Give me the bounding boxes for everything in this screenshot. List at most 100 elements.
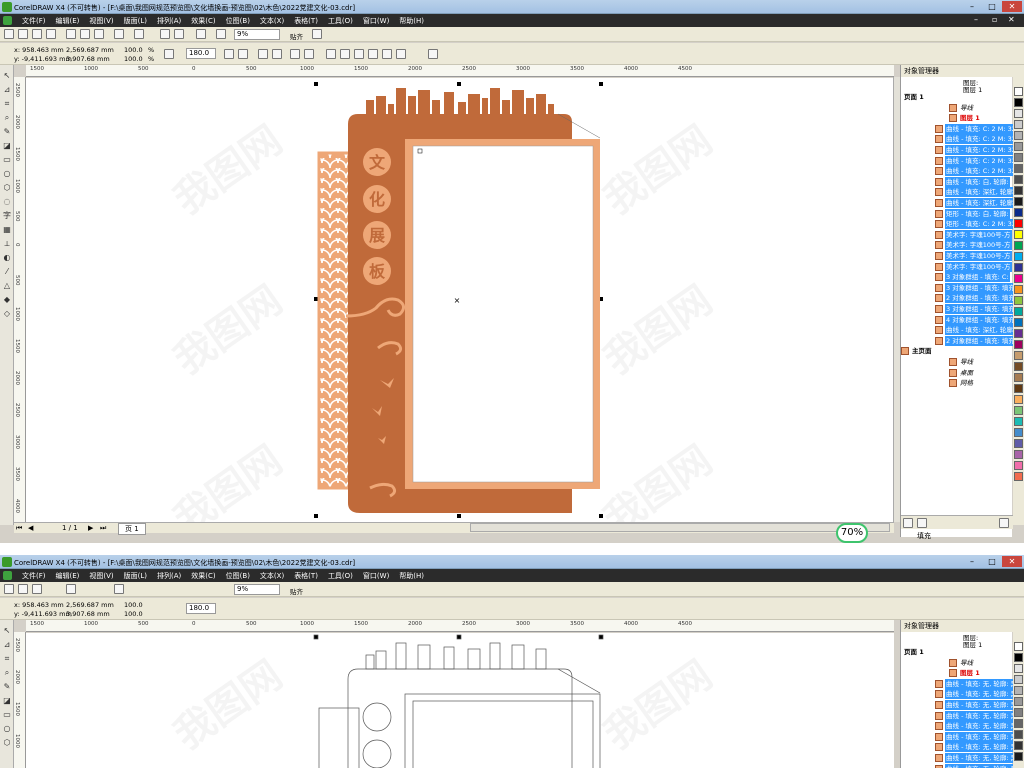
color-swatch[interactable] (1014, 208, 1023, 217)
color-swatch[interactable] (1014, 120, 1023, 129)
menu-item[interactable]: 窗口(W) (363, 16, 389, 26)
ungroup-icon[interactable] (272, 49, 282, 59)
lock-ratio-icon[interactable] (164, 49, 174, 59)
new-icon[interactable] (4, 584, 14, 594)
color-swatch[interactable] (1014, 417, 1023, 426)
x-position[interactable]: x: 958.463 mm (14, 601, 64, 609)
width-field[interactable]: 2,569.687 mm (66, 601, 114, 609)
object-tree-row[interactable]: 图层 1 (901, 668, 1013, 678)
color-swatch[interactable] (1014, 461, 1023, 470)
maximize-button[interactable]: □ (982, 1, 1002, 12)
pick-tool-icon[interactable]: ↖ (2, 71, 12, 81)
welcome-icon[interactable] (216, 29, 226, 39)
object-tree-row[interactable]: 曲线 - 填充: 深红, 轮廓: (901, 325, 1013, 336)
scale-x-field[interactable]: 100.0 (124, 46, 143, 54)
object-tree-row[interactable]: 页面 1 (901, 647, 1013, 657)
object-tree-row[interactable]: 3 对象群组 - 填充: C: (901, 272, 1013, 283)
color-swatch[interactable] (1014, 675, 1023, 684)
color-swatch[interactable] (1014, 230, 1023, 239)
color-swatch[interactable] (1014, 362, 1023, 371)
color-swatch[interactable] (1014, 197, 1023, 206)
object-tree-row[interactable]: 3 对象群组 - 填充: 填充 (901, 282, 1013, 293)
color-swatch[interactable] (1014, 186, 1023, 195)
drawing-canvas[interactable]: 我图网 我图网 我图网 我图网 我图网 我图网 (26, 78, 894, 523)
copy-icon[interactable] (80, 29, 90, 39)
object-tree-row[interactable]: 美术字: 字魂100号-方 (901, 261, 1013, 272)
color-swatch[interactable] (1014, 664, 1023, 673)
options-icon[interactable] (312, 29, 322, 39)
menu-item[interactable]: 工具(O) (328, 571, 353, 581)
y-position[interactable]: y: -9,411.693 mm (14, 610, 72, 618)
color-swatch[interactable] (1014, 653, 1023, 662)
color-swatch[interactable] (1014, 428, 1023, 437)
delete-icon[interactable] (999, 518, 1009, 528)
color-swatch[interactable] (1014, 472, 1023, 481)
color-swatch[interactable] (1014, 373, 1023, 382)
object-tree-row[interactable]: 曲线 - 填充: C: 2 M: 32 (901, 145, 1013, 155)
doc-close-button[interactable]: ✕ (1008, 15, 1015, 24)
shape-tool-icon[interactable]: ⊿ (2, 640, 12, 650)
menu-item[interactable]: 表格(T) (294, 16, 318, 26)
zoom-tool-icon[interactable]: ⌕ (2, 113, 12, 123)
align-icon[interactable] (396, 49, 406, 59)
doc-minimize-button[interactable]: – (974, 15, 978, 24)
object-tree-row[interactable]: 导线 (901, 357, 1013, 367)
crop-tool-icon[interactable]: ⌗ (2, 654, 12, 664)
rectangle-tool-icon[interactable]: ▭ (2, 710, 12, 720)
color-swatch[interactable] (1014, 384, 1023, 393)
table-tool-icon[interactable]: ▦ (2, 225, 12, 235)
scale-x-field[interactable]: 100.0 (124, 601, 143, 609)
object-tree-row[interactable]: 导线 (901, 103, 1013, 113)
back-minus-front-icon[interactable] (368, 49, 378, 59)
new-layer-icon[interactable] (903, 518, 913, 528)
object-tree-row[interactable]: 曲线 - 填充: 无, 轮廓: 黑 (901, 731, 1013, 742)
horizontal-scrollbar[interactable] (470, 523, 890, 532)
color-swatch[interactable] (1014, 741, 1023, 750)
front-minus-back-icon[interactable] (354, 49, 364, 59)
page-tab[interactable]: 页 1 (118, 523, 146, 535)
color-swatch[interactable] (1014, 307, 1023, 316)
new-icon[interactable] (4, 29, 14, 39)
color-swatch[interactable] (1014, 329, 1023, 338)
object-tree-row[interactable]: 导线 (901, 658, 1013, 668)
menu-item[interactable]: 效果(C) (191, 16, 215, 26)
object-tree-row[interactable]: 2 对象群组 - 填充: 填充 (901, 293, 1013, 304)
object-tree-row[interactable]: 页面 1 (901, 92, 1013, 102)
undo-icon[interactable] (114, 29, 124, 39)
object-tree-row[interactable]: 矩形 - 填充: C: 2 M: 32 (901, 219, 1013, 230)
intersect-icon[interactable] (326, 49, 336, 59)
scale-y-field[interactable]: 100.0 (124, 610, 143, 618)
simplify-icon[interactable] (340, 49, 350, 59)
menu-item[interactable]: 版面(L) (124, 571, 147, 581)
close-button[interactable]: ✕ (1002, 1, 1022, 12)
menu-item[interactable]: 排列(A) (157, 16, 181, 26)
object-tree-row[interactable]: 曲线 - 填充: 无, 轮廓: 黑 (901, 700, 1013, 710)
object-tree-row[interactable]: 曲线 - 填充: 无, 轮廓: 黑 (901, 721, 1013, 732)
open-icon[interactable] (18, 29, 28, 39)
menu-item[interactable]: 排列(A) (157, 571, 181, 581)
color-swatch[interactable] (1014, 642, 1023, 651)
mirror-v-icon[interactable] (238, 49, 248, 59)
object-tree-row[interactable]: 曲线 - 填充: 无, 轮廓: 黑 (901, 742, 1013, 753)
group-icon[interactable] (258, 49, 268, 59)
smart-fill-icon[interactable]: ◪ (2, 141, 12, 151)
object-tree-row[interactable]: 3 对象群组 - 填充: 填充 (901, 304, 1013, 314)
object-tree-row[interactable]: 矩形 - 填充: 白, 轮廓: (901, 208, 1013, 219)
mirror-h-icon[interactable] (224, 49, 234, 59)
horizontal-ruler[interactable]: 1500 1000 500 0 500 1000 1500 2000 2500 3000 3500 4… (26, 65, 894, 77)
color-swatch[interactable] (1014, 274, 1023, 283)
shape-tool-icon[interactable]: ⊿ (2, 85, 12, 95)
rotation-field[interactable]: 180.0 (186, 48, 216, 59)
fill-tool-icon[interactable]: ◆ (2, 295, 12, 305)
minimize-button[interactable]: – (962, 1, 982, 12)
close-button[interactable]: ✕ (1002, 556, 1022, 567)
color-swatch[interactable] (1014, 296, 1023, 305)
save-icon[interactable] (32, 584, 42, 594)
next-page-button[interactable]: ▶ (88, 524, 93, 532)
color-swatch[interactable] (1014, 87, 1023, 96)
color-swatch[interactable] (1014, 219, 1023, 228)
menu-item[interactable]: 文件(F) (22, 16, 46, 26)
x-position[interactable]: x: 958.463 mm (14, 46, 64, 54)
scale-y-field[interactable]: 100.0 (124, 55, 143, 63)
color-swatch[interactable] (1014, 318, 1023, 327)
